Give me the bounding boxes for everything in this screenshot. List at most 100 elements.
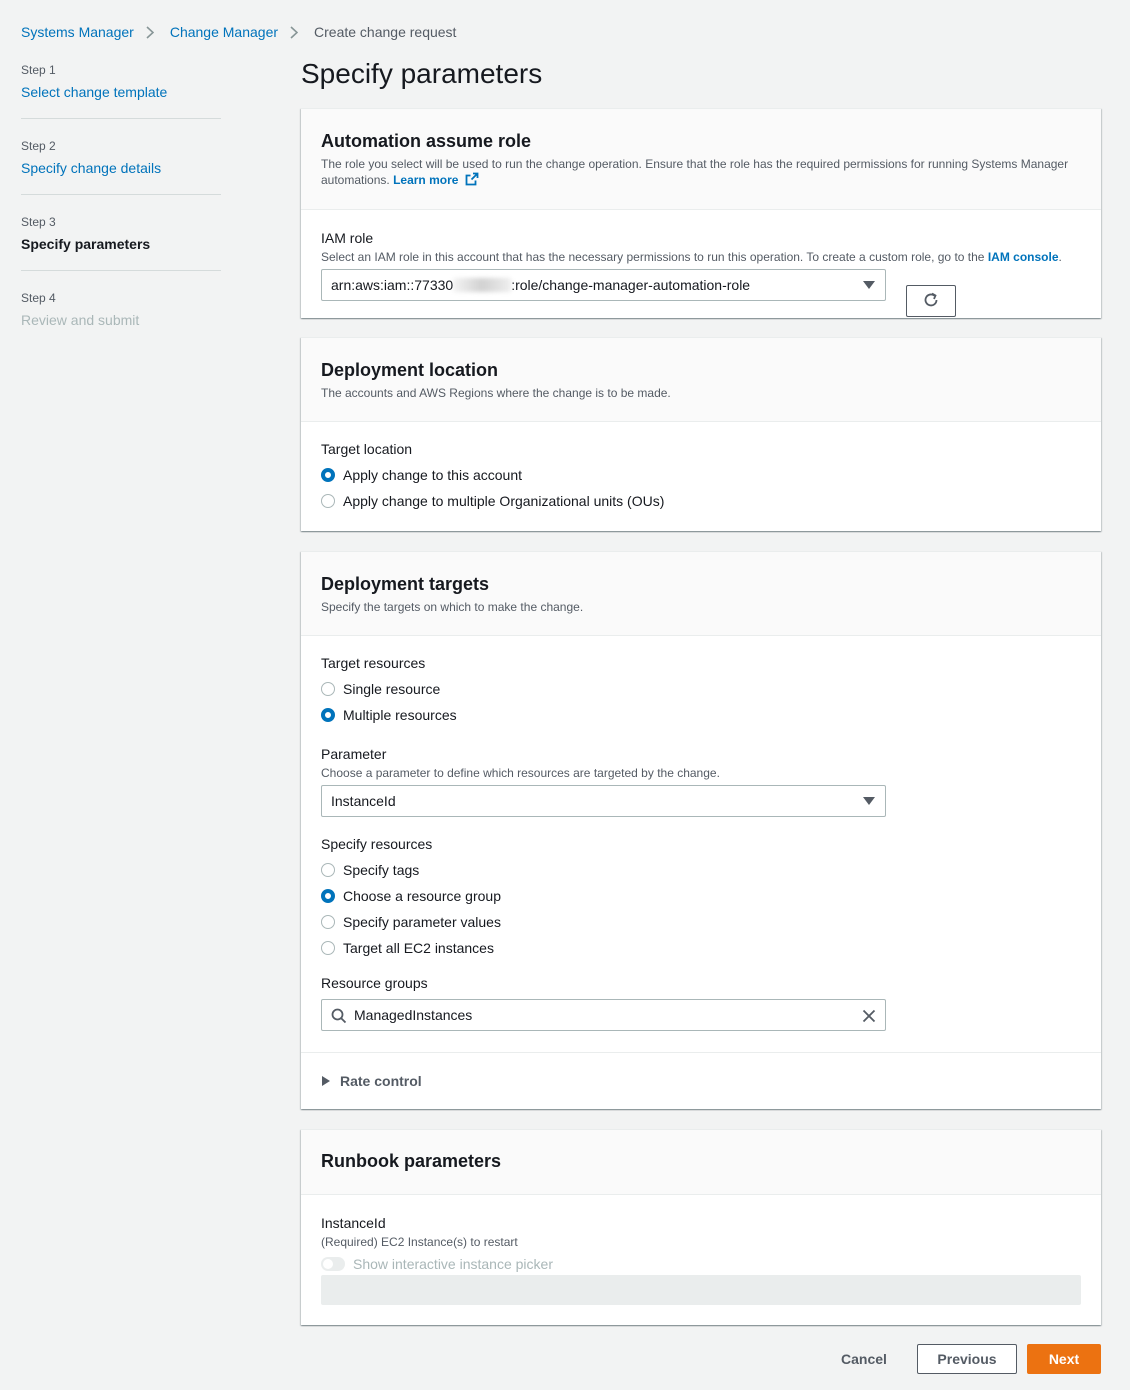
wizard-step-3: Step 3 Specify parameters bbox=[21, 214, 221, 271]
radio-label: Specify tags bbox=[343, 862, 420, 878]
step-current-specify-parameters: Specify parameters bbox=[21, 236, 151, 252]
panel-header: Deployment targets Specify the targets o… bbox=[301, 552, 1101, 636]
target-resources-label: Target resources bbox=[321, 655, 426, 671]
radio-label: Specify parameter values bbox=[343, 914, 501, 930]
cancel-button[interactable]: Cancel bbox=[841, 1351, 887, 1367]
chevron-right-icon bbox=[290, 25, 300, 39]
resource-groups-search-input[interactable]: ManagedInstances bbox=[321, 999, 886, 1031]
parameter-label: Parameter bbox=[321, 746, 387, 762]
wizard-step-1: Step 1 Select change template bbox=[21, 62, 221, 119]
radio-choose-resource-group[interactable]: Choose a resource group bbox=[321, 883, 1081, 909]
search-icon bbox=[331, 1008, 347, 1027]
panel-body: InstanceId (Required) EC2 Instance(s) to… bbox=[301, 1195, 1101, 1325]
radio-apply-this-account[interactable]: Apply change to this account bbox=[321, 462, 1081, 488]
page-title: Specify parameters bbox=[301, 58, 543, 89]
breadcrumb-change-manager[interactable]: Change Manager bbox=[170, 24, 278, 40]
panel-title: Deployment location bbox=[321, 360, 499, 380]
iam-role-description: Select an IAM role in this account that … bbox=[321, 249, 1081, 265]
parameter-description: Choose a parameter to define which resou… bbox=[321, 766, 720, 780]
radio-selected-icon bbox=[321, 889, 335, 903]
runbook-parameters-panel: Runbook parameters InstanceId (Required)… bbox=[301, 1129, 1101, 1325]
resource-groups-label: Resource groups bbox=[321, 975, 428, 991]
previous-button[interactable]: Previous bbox=[917, 1344, 1017, 1374]
chevron-right-icon bbox=[146, 25, 156, 39]
step-link-specify-change-details[interactable]: Specify change details bbox=[21, 158, 221, 178]
redacted-account-id bbox=[453, 278, 512, 292]
panel-body: Target location Apply change to this acc… bbox=[301, 422, 1101, 534]
wizard-steps-nav: Step 1 Select change template Step 2 Spe… bbox=[21, 62, 221, 365]
radio-unselected-icon bbox=[321, 494, 335, 508]
step-disabled-review-and-submit: Review and submit bbox=[21, 312, 140, 328]
deployment-location-panel: Deployment location The accounts and AWS… bbox=[301, 337, 1101, 531]
radio-selected-icon bbox=[321, 708, 335, 722]
instanceid-description: (Required) EC2 Instance(s) to restart bbox=[321, 1235, 518, 1249]
radio-unselected-icon bbox=[321, 863, 335, 877]
step-link-select-change-template[interactable]: Select change template bbox=[21, 82, 221, 102]
breadcrumb: Systems Manager Change Manager Create ch… bbox=[21, 24, 456, 40]
radio-label: Single resource bbox=[343, 681, 441, 697]
rate-control-expander[interactable]: Rate control bbox=[322, 1073, 422, 1089]
next-button[interactable]: Next bbox=[1027, 1344, 1101, 1374]
radio-specify-tags[interactable]: Specify tags bbox=[321, 857, 1081, 883]
caret-right-icon bbox=[322, 1076, 330, 1086]
step-number: Step 3 bbox=[21, 215, 56, 229]
automation-role-panel: Automation assume role The role you sele… bbox=[301, 108, 1101, 318]
refresh-button[interactable] bbox=[906, 285, 956, 317]
panel-title: Runbook parameters bbox=[321, 1151, 502, 1171]
radio-label: Apply change to this account bbox=[343, 467, 523, 483]
wizard-step-4: Step 4 Review and submit bbox=[21, 290, 221, 346]
deployment-targets-panel: Deployment targets Specify the targets o… bbox=[301, 551, 1101, 1109]
divider bbox=[301, 1052, 1101, 1053]
caret-down-icon bbox=[863, 281, 875, 289]
instance-picker-toggle[interactable] bbox=[321, 1257, 345, 1271]
refresh-icon bbox=[922, 291, 940, 312]
parameter-select[interactable]: InstanceId bbox=[321, 785, 886, 817]
instanceid-input-disabled bbox=[321, 1275, 1081, 1305]
iam-role-value-prefix: arn:aws:iam::77330 bbox=[331, 277, 454, 293]
radio-target-all-ec2[interactable]: Target all EC2 instances bbox=[321, 935, 1081, 961]
wizard-step-2: Step 2 Specify change details bbox=[21, 138, 221, 195]
iam-role-description-text: Select an IAM role in this account that … bbox=[321, 250, 985, 264]
learn-more-link[interactable]: Learn more bbox=[393, 172, 479, 190]
iam-role-value-suffix: :role/change-manager-automation-role bbox=[511, 277, 751, 293]
external-link-icon bbox=[465, 172, 479, 190]
clear-icon[interactable] bbox=[861, 1008, 877, 1027]
toggle-label: Show interactive instance picker bbox=[353, 1256, 553, 1272]
breadcrumb-current: Create change request bbox=[314, 24, 457, 40]
panel-description: Specify the targets on which to make the… bbox=[321, 600, 584, 614]
panel-header: Deployment location The accounts and AWS… bbox=[301, 338, 1101, 422]
radio-multiple-resources[interactable]: Multiple resources bbox=[321, 702, 1081, 728]
radio-unselected-icon bbox=[321, 941, 335, 955]
specify-resources-label: Specify resources bbox=[321, 836, 433, 852]
caret-down-icon bbox=[863, 797, 875, 805]
radio-unselected-icon bbox=[321, 915, 335, 929]
radio-selected-icon bbox=[321, 468, 335, 482]
radio-label: Choose a resource group bbox=[343, 888, 501, 904]
iam-role-select[interactable]: arn:aws:iam::77330 :role/change-manager-a… bbox=[321, 269, 886, 301]
rate-control-label: Rate control bbox=[340, 1073, 422, 1089]
panel-header: Runbook parameters bbox=[301, 1130, 1101, 1195]
iam-console-link[interactable]: IAM console bbox=[988, 250, 1059, 264]
period: . bbox=[1058, 250, 1062, 264]
panel-title: Deployment targets bbox=[321, 574, 490, 594]
radio-label: Apply change to multiple Organizational … bbox=[343, 493, 665, 509]
instanceid-label: InstanceId bbox=[321, 1215, 386, 1231]
radio-label: Multiple resources bbox=[343, 707, 457, 723]
target-location-label: Target location bbox=[321, 441, 413, 457]
radio-specify-parameter-values[interactable]: Specify parameter values bbox=[321, 909, 1081, 935]
step-number: Step 1 bbox=[21, 63, 56, 77]
panel-description: The role you select will be used to run … bbox=[321, 156, 1081, 190]
resource-groups-value: ManagedInstances bbox=[354, 1007, 473, 1023]
step-number: Step 4 bbox=[21, 291, 56, 305]
panel-body: Target resources Single resource Multipl… bbox=[301, 636, 1101, 1031]
step-number: Step 2 bbox=[21, 139, 56, 153]
radio-single-resource[interactable]: Single resource bbox=[321, 676, 1081, 702]
breadcrumb-systems-manager[interactable]: Systems Manager bbox=[21, 24, 134, 40]
radio-apply-multiple-ous[interactable]: Apply change to multiple Organizational … bbox=[321, 488, 1081, 514]
parameter-select-value: InstanceId bbox=[331, 793, 396, 809]
panel-description: The accounts and AWS Regions where the c… bbox=[321, 386, 671, 400]
radio-label: Target all EC2 instances bbox=[343, 940, 494, 956]
learn-more-text: Learn more bbox=[393, 173, 459, 187]
radio-unselected-icon bbox=[321, 682, 335, 696]
instance-picker-toggle-row: Show interactive instance picker bbox=[321, 1256, 1081, 1272]
